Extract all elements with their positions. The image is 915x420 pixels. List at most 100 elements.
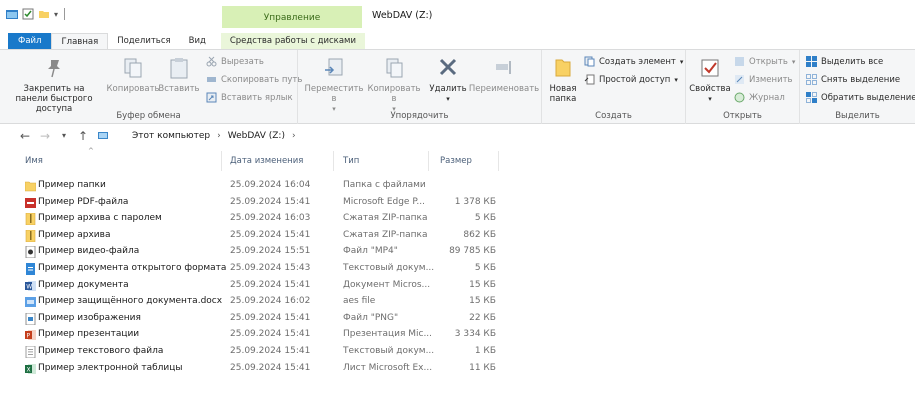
word-icon: W (25, 280, 36, 291)
list-item[interactable]: Пример папки 25.09.2024 16:04 Папка с фа… (0, 178, 915, 195)
delete-button[interactable]: Удалить ▾ (428, 56, 468, 104)
properties-check-icon[interactable] (22, 8, 34, 20)
pin-icon (48, 60, 60, 78)
file-size: 15 КБ (469, 296, 496, 307)
paste-button[interactable]: Вставить (158, 56, 200, 94)
paste-shortcut-button[interactable]: Вставить ярлык (206, 92, 293, 103)
invert-selection-button[interactable]: Обратить выделение (806, 92, 915, 103)
file-name: Пример архива с паролем (38, 213, 162, 224)
open-icon (735, 57, 744, 66)
list-item[interactable]: X Пример электронной таблицы 25.09.2024 … (0, 361, 915, 378)
list-item[interactable]: W Пример документа 25.09.2024 15:41 Доку… (0, 278, 915, 295)
new-item-button[interactable]: Создать элемент ▾ (584, 56, 683, 67)
list-item[interactable]: Пример архива с паролем 25.09.2024 16:03… (0, 211, 915, 228)
tab-view[interactable]: Вид (180, 33, 215, 49)
new-folder-button[interactable]: Новая папка (548, 56, 578, 104)
column-divider[interactable] (221, 151, 222, 171)
file-date: 25.09.2024 15:51 (230, 246, 311, 257)
select-all-button[interactable]: Выделить все (806, 56, 883, 67)
file-name: Пример папки (38, 180, 106, 190)
file-name: Пример документа (38, 279, 129, 290)
move-to-button[interactable]: Переместить в ▾ (305, 56, 364, 114)
list-item[interactable]: Пример PDF-файла 25.09.2024 15:41 Micros… (0, 195, 915, 212)
properties-dropdown-icon: ▾ (708, 95, 712, 103)
list-item[interactable]: Пример текстового файла 25.09.2024 15:41… (0, 344, 915, 361)
file-size: 5 КБ (474, 262, 496, 273)
new-folder-icon[interactable] (38, 8, 50, 20)
open-button[interactable]: Открыть ▾ (734, 56, 795, 67)
breadcrumb-this-pc[interactable]: Этот компьютер (132, 131, 210, 141)
svg-text:P: P (27, 333, 31, 340)
breadcrumb-drive[interactable]: WebDAV (Z:) (228, 131, 285, 141)
tab-home[interactable]: Главная (51, 33, 109, 49)
file-name: Пример документа открытого формата (38, 262, 227, 273)
new-folder-icon (555, 59, 571, 77)
file-name: Пример текстового файла (38, 345, 164, 356)
breadcrumb[interactable]: Этот компьютер › WebDAV (Z:) › (98, 131, 296, 141)
column-header-type[interactable]: Тип (343, 156, 359, 170)
tab-file[interactable]: Файл (8, 33, 52, 49)
history-icon (734, 92, 745, 103)
list-item[interactable]: P Пример презентации 25.09.2024 15:41 Пр… (0, 327, 915, 344)
move-to-icon (325, 58, 343, 76)
forward-arrow-icon[interactable]: → (40, 129, 50, 143)
recent-locations-chevron-icon[interactable]: ▾ (62, 131, 66, 140)
file-size: 3 334 КБ (454, 329, 496, 340)
column-header-name[interactable]: Имя (25, 156, 43, 170)
history-button[interactable]: Журнал (734, 92, 785, 103)
file-date: 25.09.2024 15:41 (230, 229, 311, 240)
cut-button[interactable]: Вырезать (206, 56, 264, 67)
file-date: 25.09.2024 15:41 (230, 362, 311, 373)
list-item[interactable]: Пример архива 25.09.2024 15:41 Сжатая ZI… (0, 228, 915, 245)
pin-quick-access-button[interactable]: Закрепить на панели быстрого доступа (4, 56, 104, 114)
computer-icon (98, 132, 108, 139)
tab-drive-tools[interactable]: Средства работы с дисками (220, 33, 365, 49)
file-size: 22 КБ (469, 312, 496, 323)
copy-to-button[interactable]: Копировать в ▾ (367, 56, 421, 114)
rename-button[interactable]: Переименовать (469, 56, 539, 94)
group-clipboard: Закрепить на панели быстрого доступа Коп… (0, 50, 302, 124)
explorer-icon[interactable] (6, 8, 18, 20)
file-date: 25.09.2024 16:02 (230, 296, 311, 307)
column-divider[interactable] (333, 151, 334, 171)
file-type: Лист Microsoft Ex... (343, 362, 433, 373)
column-divider[interactable] (428, 151, 429, 171)
column-header-size[interactable]: Размер (440, 156, 472, 170)
file-type: Папка с файлами (343, 180, 426, 190)
list-item[interactable]: Пример видео-файла 25.09.2024 15:51 Файл… (0, 244, 915, 261)
easy-access-button[interactable]: Простой доступ ▾ (584, 74, 678, 85)
column-header-date[interactable]: Дата изменения (230, 156, 303, 170)
copy-path-label: Скопировать путь (221, 74, 303, 85)
easy-access-dropdown-icon: ▾ (674, 75, 678, 84)
easy-access-label: Простой доступ (599, 74, 671, 85)
folder-icon (25, 181, 36, 192)
column-divider[interactable] (498, 151, 499, 171)
paste-shortcut-icon (206, 92, 217, 103)
zip-icon (25, 229, 36, 242)
up-arrow-icon[interactable]: ↑ (78, 129, 88, 143)
excel-icon: X (25, 363, 36, 374)
aes-icon (25, 297, 36, 308)
tab-share[interactable]: Поделиться (108, 33, 179, 49)
properties-button[interactable]: Свойства ▾ (689, 56, 731, 104)
context-tab-header: Управление (222, 6, 362, 28)
copy-button[interactable]: Копировать (106, 56, 160, 94)
select-none-button[interactable]: Снять выделение (806, 74, 900, 85)
customize-qat-icon[interactable]: ▾ (54, 10, 58, 19)
image-icon (25, 312, 36, 325)
copy-to-label: Копировать в (367, 84, 421, 104)
svg-text:W: W (26, 283, 32, 290)
list-item[interactable]: Пример документа открытого формата 25.09… (0, 261, 915, 278)
copy-path-button[interactable]: Скопировать путь (206, 74, 302, 85)
file-name: Пример презентации (38, 329, 140, 340)
list-item[interactable]: Пример защищённого документа.docx 25.09.… (0, 294, 915, 311)
list-item[interactable]: Пример изображения 25.09.2024 15:41 Файл… (0, 311, 915, 328)
invert-selection-label: Обратить выделение (821, 92, 915, 103)
paste-icon (170, 58, 188, 79)
file-type: Текстовый докум... (343, 345, 435, 356)
copy-icon (124, 58, 142, 78)
back-arrow-icon[interactable]: ← (20, 129, 30, 143)
file-type: Текстовый докум... (343, 262, 435, 273)
group-create: Новая папка Создать элемент ▾ Простой до… (542, 50, 686, 124)
edit-button[interactable]: Изменить (734, 74, 793, 85)
